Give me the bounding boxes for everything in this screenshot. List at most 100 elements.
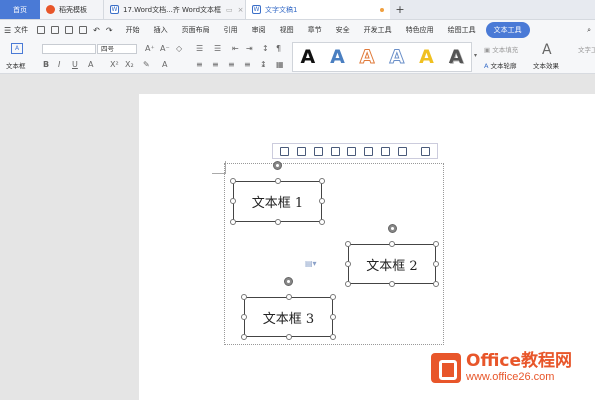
menu-item-text-tools[interactable]: 文本工具: [485, 22, 530, 38]
menu-item-insert[interactable]: 插入: [147, 25, 175, 35]
wordart-style-gold[interactable]: A: [419, 46, 434, 68]
wordart-style-blue-outline[interactable]: A: [389, 46, 405, 69]
tab-document-1[interactable]: W 文字文稿1: [246, 0, 390, 19]
resize-handle[interactable]: [389, 281, 395, 287]
sort-icon[interactable]: ↕: [262, 44, 269, 54]
text-color-icon[interactable]: A: [162, 60, 167, 70]
menu-item-home[interactable]: 开始: [119, 25, 147, 35]
font-name-select[interactable]: [42, 44, 96, 54]
resize-handle[interactable]: [433, 281, 439, 287]
bullets-icon[interactable]: ☰: [196, 44, 203, 54]
undo-icon[interactable]: ↶: [93, 26, 100, 35]
export-pdf-icon[interactable]: [51, 26, 60, 34]
resize-handle[interactable]: [319, 178, 325, 184]
highlight-icon[interactable]: ✎: [143, 60, 150, 70]
resize-handle[interactable]: [241, 294, 247, 300]
resize-handle[interactable]: [286, 334, 292, 340]
save-icon[interactable]: [37, 26, 46, 34]
menu-item-features[interactable]: 特色应用: [399, 25, 441, 35]
distribute-vertical-icon[interactable]: [398, 146, 408, 156]
resize-handle[interactable]: [330, 294, 336, 300]
text-effect-button[interactable]: 文本效果: [533, 60, 559, 70]
resize-handle[interactable]: [319, 198, 325, 204]
resize-handle[interactable]: [230, 219, 236, 225]
text-box-2[interactable]: 文本框 2: [348, 244, 436, 284]
textbox-button[interactable]: 文本框: [6, 60, 26, 70]
resize-handle[interactable]: [241, 314, 247, 320]
rotate-handle-icon[interactable]: [388, 224, 397, 233]
tab-home[interactable]: 首页: [0, 0, 40, 19]
shrink-font-icon[interactable]: A⁻: [160, 44, 170, 54]
search-icon[interactable]: ⌕: [587, 26, 595, 35]
resize-handle[interactable]: [330, 334, 336, 340]
resize-handle[interactable]: [330, 314, 336, 320]
menu-item-security[interactable]: 安全: [329, 25, 357, 35]
text-fill-button[interactable]: ▣ 文本填充: [484, 44, 518, 54]
menu-item-view[interactable]: 视图: [273, 25, 301, 35]
wordart-style-orange-outline[interactable]: A: [359, 46, 375, 69]
resize-handle[interactable]: [230, 198, 236, 204]
resize-handle[interactable]: [345, 261, 351, 267]
numbering-icon[interactable]: ☰: [214, 44, 221, 54]
print-icon[interactable]: [65, 26, 74, 34]
resize-handle[interactable]: [275, 178, 281, 184]
wordart-style-gallery[interactable]: A A A A A A: [292, 42, 472, 72]
tab-document-17[interactable]: W 17.Word文档...齐 Word文本框 ▭ ×: [104, 0, 246, 19]
textbox-icon[interactable]: A: [11, 43, 23, 54]
layout-options-icon[interactable]: ▤▾: [305, 259, 317, 268]
subscript-icon[interactable]: X₂: [125, 60, 134, 70]
align-left-icon[interactable]: [279, 146, 289, 156]
wordart-style-blue[interactable]: A: [330, 46, 345, 68]
text-tools-more[interactable]: 文字工: [578, 44, 595, 54]
align-right-icon[interactable]: ≡: [228, 60, 235, 70]
group-icon[interactable]: [420, 146, 430, 156]
gallery-more-icon[interactable]: ▾: [474, 51, 477, 61]
rotate-handle-icon[interactable]: [284, 277, 293, 286]
resize-handle[interactable]: [241, 334, 247, 340]
menu-item-references[interactable]: 引用: [217, 25, 245, 35]
font-color-icon[interactable]: A: [88, 60, 93, 70]
resize-handle[interactable]: [433, 241, 439, 247]
align-right-icon[interactable]: [313, 146, 323, 156]
align-top-icon[interactable]: [330, 146, 340, 156]
print-preview-icon[interactable]: [79, 26, 88, 34]
rotate-handle-icon[interactable]: [273, 161, 282, 170]
tab-close-icon[interactable]: ×: [238, 6, 244, 14]
resize-handle[interactable]: [389, 241, 395, 247]
resize-handle[interactable]: [345, 241, 351, 247]
resize-handle[interactable]: [433, 261, 439, 267]
align-middle-icon[interactable]: [347, 146, 357, 156]
font-size-select[interactable]: 四号: [97, 44, 137, 54]
clear-format-icon[interactable]: ◇: [176, 44, 182, 54]
menu-item-section[interactable]: 章节: [301, 25, 329, 35]
italic-icon[interactable]: I: [58, 60, 60, 70]
menu-item-review[interactable]: 审阅: [245, 25, 273, 35]
indent-icon[interactable]: ⇤: [232, 44, 239, 54]
text-outline-button[interactable]: A 文本轮廓: [484, 60, 517, 70]
tab-docer-templates[interactable]: 稻壳模板: [40, 0, 104, 19]
align-bottom-icon[interactable]: [364, 146, 374, 156]
resize-handle[interactable]: [286, 294, 292, 300]
line-spacing-icon[interactable]: ↨: [260, 60, 267, 70]
redo-icon[interactable]: ↷: [106, 26, 113, 35]
resize-handle[interactable]: [230, 178, 236, 184]
menu-item-drawing-tools[interactable]: 绘图工具: [441, 25, 483, 35]
outdent-icon[interactable]: ⇥: [246, 44, 253, 54]
bold-icon[interactable]: B: [43, 60, 49, 70]
menu-item-page-layout[interactable]: 页面布局: [175, 25, 217, 35]
distribute-horizontal-icon[interactable]: [381, 146, 391, 156]
align-left-icon[interactable]: ≡: [196, 60, 203, 70]
text-box-3[interactable]: 文本框 3: [244, 297, 333, 337]
underline-icon[interactable]: U: [72, 60, 78, 70]
align-center-horizontal-icon[interactable]: [296, 146, 306, 156]
grow-font-icon[interactable]: A⁺: [145, 44, 155, 54]
wordart-style-black[interactable]: A: [300, 46, 315, 68]
resize-handle[interactable]: [275, 219, 281, 225]
new-tab-button[interactable]: +: [390, 0, 410, 19]
text-box-1[interactable]: 文本框 1: [233, 181, 322, 222]
wordart-style-gray-shadow[interactable]: A: [449, 46, 464, 68]
superscript-icon[interactable]: X²: [110, 60, 119, 70]
show-marks-icon[interactable]: ¶: [276, 44, 281, 54]
justify-icon[interactable]: ≡: [244, 60, 251, 70]
file-menu-button[interactable]: ☰ 文件: [0, 25, 34, 35]
